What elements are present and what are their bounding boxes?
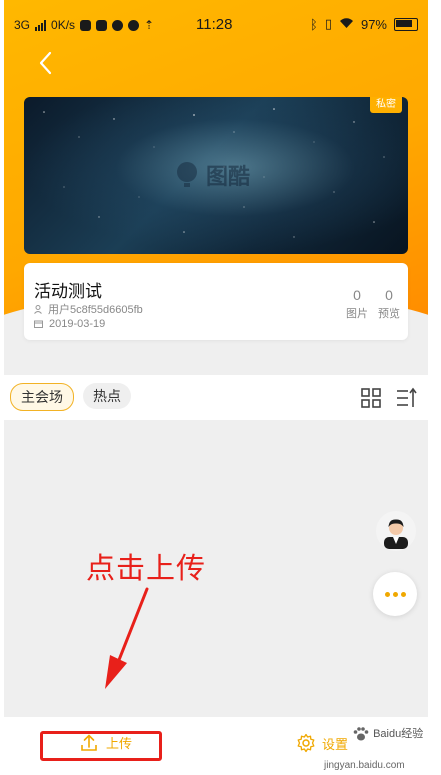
more-dot-icon [400,591,406,597]
more-dot-icon [384,591,390,597]
upload-arrow-icon: ⇡ [144,18,155,32]
event-user: 用户5c8f55d6605fb [34,301,143,317]
settings-label: 设置 [322,736,349,752]
calendar-icon [34,320,43,328]
tab-hot[interactable]: 热点 [83,383,131,409]
wifi-icon [339,17,354,32]
settings-button[interactable]: 设置 [296,733,348,753]
grid-icon [361,388,381,408]
notification-icon [96,19,108,31]
private-badge: 私密 [370,97,402,113]
notification-icon [128,19,140,31]
balloon-icon [177,162,197,187]
more-button[interactable] [373,572,417,616]
baidu-watermark-url: jingyan.baidu.com [324,760,405,771]
watermark-text: 图酷 [206,164,251,189]
clock: 11:28 [196,16,233,33]
baidu-watermark-text: Baidu经验 [373,728,424,740]
grid-view-button[interactable] [360,387,382,409]
user-icon [34,304,42,314]
bluetooth-icon: ᛒ [310,16,318,32]
signal-icon [35,19,47,31]
network-speed: 0K/s [51,18,76,32]
baidu-watermark: Baidu经验 [352,725,423,742]
bottom-bar: 上传 设置 Baidu经验 jingyan.baidu.com [4,717,428,775]
event-cover-image[interactable]: 图酷 私密 [24,97,408,254]
notification-icon [112,19,124,31]
battery-percent: 97% [360,16,387,32]
upload-icon [81,733,97,751]
upload-button[interactable]: 上传 [80,733,132,752]
upload-label: 上传 [106,736,133,751]
image-watermark: 图酷 [174,159,250,191]
chevron-left-icon [39,51,52,75]
tabs-bar: 主会场 热点 [4,375,428,420]
event-info-card: 活动测试 用户5c8f55d6605fb 2019-03-19 0 图片 0 预… [24,263,408,340]
status-right: ᛒ ▯ 97% [310,16,418,32]
gear-icon [297,733,315,753]
event-title: 活动测试 [34,282,102,301]
status-bar: 3G 0K/s ⇡ 11:28 ᛒ ▯ 97% [4,0,428,40]
event-user-name: 用户5c8f55d6605fb [48,304,143,316]
status-left: 3G 0K/s ⇡ [14,18,154,32]
annotation-arrow-icon [105,587,149,689]
stat-previews-value: 0 [385,287,393,303]
annotation-text: 点击上传 [86,553,207,585]
stat-previews: 0 预览 [369,287,409,321]
network-type: 3G [14,18,31,32]
vibrate-icon: ▯ [324,16,332,31]
person-avatar-icon [384,519,408,549]
notification-icon [80,19,92,31]
back-button[interactable] [30,48,60,78]
app-screen: 3G 0K/s ⇡ 11:28 ᛒ ▯ 97% 图酷 私密 活动测试 用户5c8… [4,0,428,775]
event-date: 2019-03-19 [34,318,105,330]
more-dot-icon [392,591,398,597]
sort-button[interactable] [396,387,418,409]
tab-main-venue[interactable]: 主会场 [10,383,74,411]
host-avatar[interactable] [376,511,416,551]
paw-icon [353,727,369,741]
sort-list-icon [397,387,417,407]
stat-previews-label: 预览 [378,308,400,320]
event-date-text: 2019-03-19 [49,318,106,330]
battery-icon [394,17,418,31]
